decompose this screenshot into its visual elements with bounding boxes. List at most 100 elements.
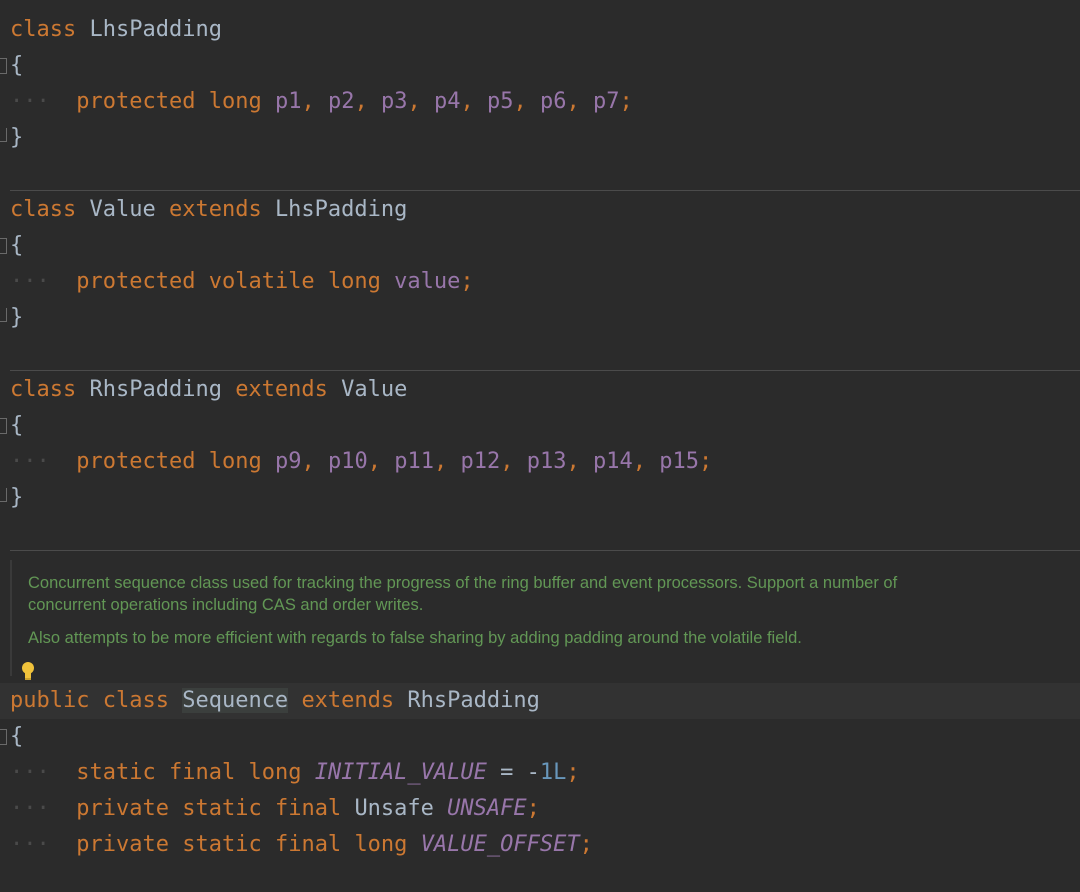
field: p2 [327, 89, 355, 114]
parent-class: RhsPadding [407, 688, 540, 713]
static-field: VALUE_OFFSET [420, 832, 580, 857]
static-field: UNSAFE [447, 796, 527, 821]
fold-marker-icon[interactable] [0, 488, 7, 502]
field: p15 [659, 449, 699, 474]
keyword: final [274, 832, 342, 857]
operator: - [526, 760, 540, 785]
code-line[interactable]: ··· protected long p1, p2, p3, p4, p5, p… [0, 84, 1080, 120]
class-name: Value [89, 197, 156, 222]
code-line[interactable]: ··· protected volatile long value; [0, 264, 1080, 300]
keyword: final [274, 796, 342, 821]
fold-marker-icon[interactable] [0, 729, 7, 745]
keyword: protected [76, 449, 196, 474]
keyword: class [10, 377, 77, 402]
indent-guide: ··· [10, 760, 50, 785]
semicolon: ; [526, 796, 540, 821]
keyword: long [327, 269, 381, 294]
doc-paragraph: Concurrent sequence class used for track… [28, 574, 898, 614]
keyword: volatile [208, 269, 315, 294]
field: p12 [460, 449, 501, 474]
keyword: private [76, 832, 169, 857]
keyword: long [354, 832, 408, 857]
method-separator [10, 550, 1080, 551]
fold-marker-icon[interactable] [0, 308, 7, 322]
keyword: extends [168, 197, 262, 222]
semicolon: ; [579, 832, 593, 857]
keyword: long [248, 760, 302, 785]
code-line[interactable]: ··· private static final Unsafe UNSAFE; [0, 791, 1080, 827]
indent-guide: ··· [10, 449, 50, 474]
field: p3 [380, 89, 408, 114]
field: p5 [486, 89, 514, 114]
code-line[interactable]: class Value extends LhsPadding [0, 192, 1080, 228]
keyword: static [182, 832, 262, 857]
fold-marker-icon[interactable] [0, 128, 7, 142]
field: p4 [433, 89, 461, 114]
indent-guide: ··· [10, 89, 50, 114]
code-line[interactable]: ··· protected long p9, p10, p11, p12, p1… [0, 444, 1080, 480]
code-line[interactable]: { [0, 228, 1080, 264]
number-literal: 1L [539, 760, 567, 785]
open-brace: { [10, 724, 24, 749]
keyword: private [76, 796, 169, 821]
code-line[interactable]: } [0, 300, 1080, 336]
field: value [394, 269, 461, 294]
keyword: extends [301, 688, 395, 713]
code-line[interactable]: { [0, 408, 1080, 444]
close-brace: } [10, 485, 24, 510]
keyword: public [10, 688, 90, 713]
field: p1 [274, 89, 302, 114]
field: p13 [526, 449, 567, 474]
class-name: LhsPadding [89, 17, 222, 42]
close-brace: } [10, 305, 24, 330]
semicolon: ; [460, 269, 474, 294]
code-line[interactable]: ··· private static final long VALUE_OFFS… [0, 827, 1080, 863]
class-name: RhsPadding [89, 377, 222, 402]
field: p11 [394, 449, 434, 474]
keyword: class [10, 197, 77, 222]
open-brace: { [10, 53, 24, 78]
code-line[interactable]: class RhsPadding extends Value [0, 372, 1080, 408]
code-line[interactable]: } [0, 120, 1080, 156]
field: p9 [274, 449, 302, 474]
code-line[interactable]: } [0, 480, 1080, 516]
indent-guide: ··· [10, 832, 50, 857]
parent-class: LhsPadding [274, 197, 408, 222]
fold-marker-icon[interactable] [0, 238, 7, 254]
open-brace: { [10, 233, 24, 258]
field: p14 [592, 449, 633, 474]
code-line[interactable]: public class Sequence extends RhsPadding [0, 683, 1080, 719]
keyword: long [208, 89, 262, 114]
keyword: final [168, 760, 236, 785]
code-editor[interactable]: class LhsPadding { ··· protected long p1… [0, 0, 1080, 892]
keyword: static [76, 760, 156, 785]
semicolon: ; [619, 89, 633, 114]
type-name: Unsafe [354, 796, 434, 821]
keyword: static [182, 796, 262, 821]
field: p7 [592, 89, 620, 114]
keyword: class [10, 17, 77, 42]
keyword: long [208, 449, 262, 474]
doc-paragraph: Also attempts to be more efficient with … [28, 629, 802, 647]
fold-marker-icon[interactable] [0, 418, 7, 434]
code-line[interactable]: ··· static final long INITIAL_VALUE = -1… [0, 755, 1080, 791]
parent-class: Value [341, 377, 408, 402]
field: p6 [539, 89, 567, 114]
code-line[interactable]: { [0, 48, 1080, 84]
fold-marker-icon[interactable] [0, 58, 7, 74]
keyword: extends [235, 377, 328, 402]
semicolon: ; [698, 449, 713, 474]
indent-guide: ··· [10, 796, 50, 821]
static-field: INITIAL_VALUE [314, 760, 487, 785]
operator: = [500, 760, 514, 785]
rendered-doc-comment[interactable]: Concurrent sequence class used for track… [10, 560, 1080, 676]
indent-guide: ··· [10, 269, 50, 294]
code-line[interactable]: { [0, 719, 1080, 755]
method-separator [10, 370, 1080, 371]
field: p10 [327, 449, 368, 474]
lightbulb-icon[interactable] [20, 661, 36, 681]
code-line[interactable]: class LhsPadding [0, 12, 1080, 48]
open-brace: { [10, 413, 24, 438]
close-brace: } [10, 125, 24, 150]
keyword: protected [76, 269, 196, 294]
